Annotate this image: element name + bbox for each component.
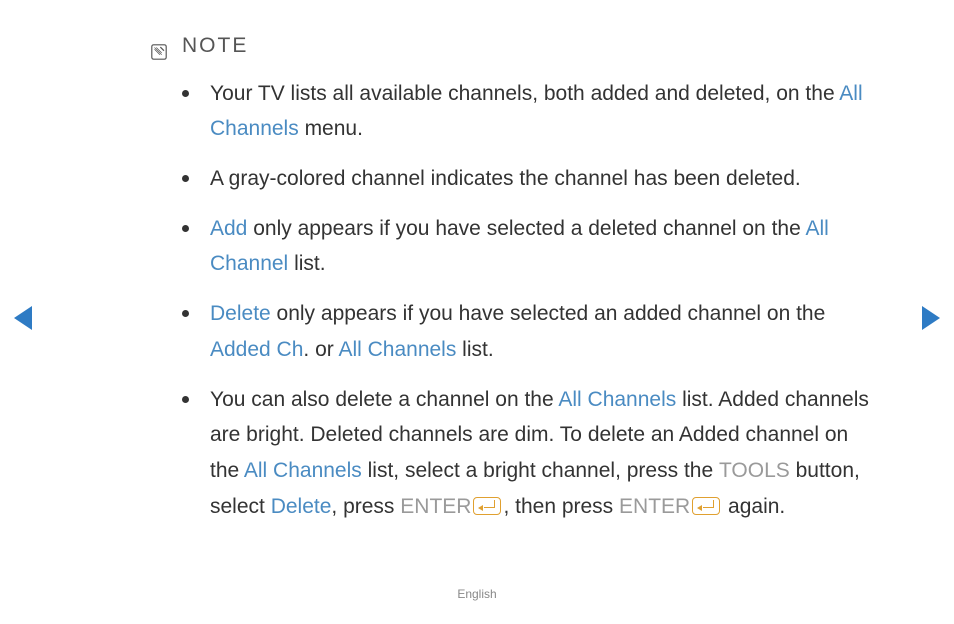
- link-added-ch: Added Ch: [210, 338, 303, 361]
- link-all-channels: All Channels: [338, 338, 456, 361]
- note-bullet-5: You can also delete a channel on the All…: [210, 382, 890, 525]
- text: again.: [722, 495, 785, 518]
- text: A gray-colored channel indicates the cha…: [210, 167, 801, 190]
- text: list.: [456, 338, 493, 361]
- note-content: NOTE Your TV lists all available channel…: [150, 28, 890, 538]
- text: . or: [303, 338, 338, 361]
- text: , then press: [503, 495, 619, 518]
- note-list: Your TV lists all available channels, bo…: [150, 76, 890, 525]
- text: You can also delete a channel on the: [210, 388, 558, 411]
- text: list.: [288, 252, 325, 275]
- text: menu.: [299, 117, 363, 140]
- enter-icon: [473, 497, 501, 515]
- link-all-channels: All Channels: [558, 388, 676, 411]
- text: list, select a bright channel, press the: [362, 459, 719, 482]
- note-bullet-4: Delete only appears if you have selected…: [210, 296, 890, 367]
- note-icon: [150, 37, 168, 55]
- link-all-channels: All Channels: [244, 459, 362, 482]
- link-add: Add: [210, 217, 247, 240]
- button-label-enter: ENTER: [619, 495, 690, 518]
- button-label-tools: TOOLS: [719, 459, 790, 482]
- button-label-enter: ENTER: [400, 495, 471, 518]
- text: Your TV lists all available channels, bo…: [210, 82, 839, 105]
- text: only appears if you have selected an add…: [271, 302, 826, 325]
- link-delete: Delete: [210, 302, 271, 325]
- enter-icon: [692, 497, 720, 515]
- link-delete: Delete: [271, 495, 332, 518]
- nav-next-arrow[interactable]: [922, 306, 940, 330]
- page-language-footer: English: [0, 584, 954, 604]
- text: only appears if you have selected a dele…: [247, 217, 805, 240]
- note-title: NOTE: [182, 28, 248, 64]
- note-bullet-2: A gray-colored channel indicates the cha…: [210, 161, 890, 197]
- note-bullet-1: Your TV lists all available channels, bo…: [210, 76, 890, 147]
- nav-prev-arrow[interactable]: [14, 306, 32, 330]
- note-bullet-3: Add only appears if you have selected a …: [210, 211, 890, 282]
- text: , press: [331, 495, 400, 518]
- note-header: NOTE: [150, 28, 890, 64]
